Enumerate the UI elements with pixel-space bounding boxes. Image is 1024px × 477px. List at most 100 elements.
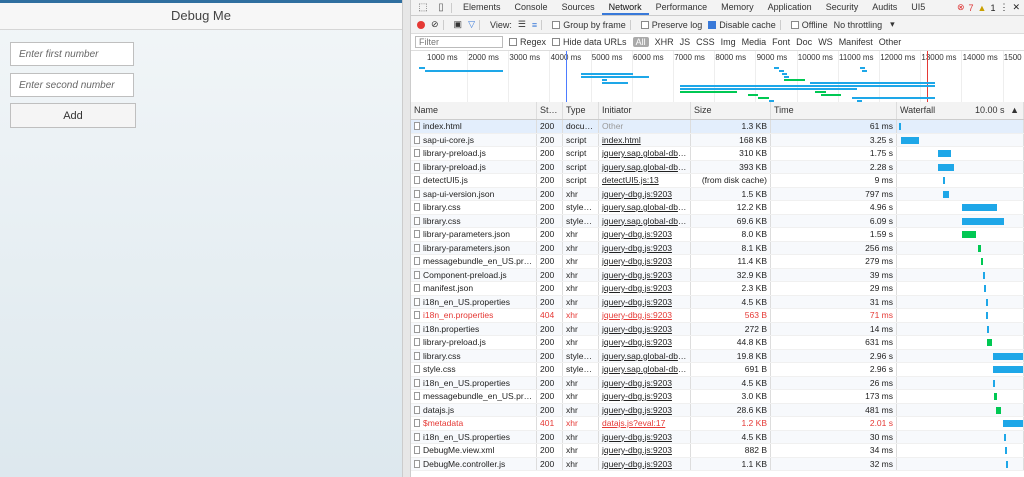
request-initiator[interactable]: jquery-dbg.js:9203 <box>599 295 691 308</box>
initiator-link[interactable]: Other <box>602 121 623 131</box>
tab-application[interactable]: Application <box>761 0 819 15</box>
preserve-log-checkbox[interactable]: Preserve log <box>640 20 702 30</box>
request-waterfall[interactable] <box>897 295 1024 308</box>
request-name[interactable]: library-preload.js <box>411 147 537 160</box>
table-row[interactable]: library-preload.js 200 script jquery.sap.gl… <box>411 147 1024 161</box>
camera-icon[interactable]: ▣ <box>454 19 463 30</box>
clear-button[interactable]: ⊘ <box>431 19 439 30</box>
request-initiator[interactable]: jquery-dbg.js:9203 <box>599 187 691 200</box>
request-initiator[interactable]: index.html <box>599 133 691 146</box>
request-name[interactable]: library-preload.js <box>411 336 537 349</box>
initiator-link[interactable]: jquery.sap.global-dbg.j... <box>602 202 690 212</box>
warning-count[interactable]: 1 <box>990 3 995 13</box>
request-waterfall[interactable] <box>897 430 1024 443</box>
disable-cache-checkbox[interactable]: Disable cache <box>708 20 776 30</box>
request-name[interactable]: DebugMe.view.xml <box>411 444 537 457</box>
filter-input[interactable] <box>415 36 503 48</box>
request-name[interactable]: messagebundle_en_US.proper... <box>411 255 537 268</box>
request-name[interactable]: i18n_en_US.properties <box>411 295 537 308</box>
device-toolbar-icon[interactable]: ▯ <box>435 2 447 13</box>
request-name[interactable]: i18n_en_US.properties <box>411 376 537 389</box>
table-row[interactable]: datajs.js 200 xhr jquery-dbg.js:9203 28.6 KB… <box>411 403 1024 417</box>
initiator-link[interactable]: jquery-dbg.js:9203 <box>602 324 672 334</box>
table-row[interactable]: sap-ui-version.json 200 xhr jquery-dbg.js:9… <box>411 187 1024 201</box>
request-waterfall[interactable] <box>897 403 1024 416</box>
table-row[interactable]: $metadata 401 xhr datajs.js?eval:17 1.2 KB 2.… <box>411 417 1024 431</box>
request-waterfall[interactable] <box>897 160 1024 173</box>
add-button[interactable]: Add <box>10 103 136 128</box>
request-initiator[interactable]: jquery-dbg.js:9203 <box>599 309 691 322</box>
request-waterfall[interactable] <box>897 147 1024 160</box>
request-initiator[interactable]: jquery.sap.global-dbg.j... <box>599 214 691 227</box>
type-filter-all[interactable]: All <box>632 37 649 47</box>
request-name[interactable]: index.html <box>411 120 537 133</box>
request-name[interactable]: datajs.js <box>411 403 537 416</box>
request-name[interactable]: sap-ui-version.json <box>411 187 537 200</box>
second-number-input[interactable] <box>10 73 134 97</box>
tab-network[interactable]: Network <box>601 0 649 15</box>
request-waterfall[interactable] <box>897 322 1024 335</box>
table-row[interactable]: manifest.json 200 xhr jquery-dbg.js:9203 2.3… <box>411 282 1024 296</box>
initiator-link[interactable]: detectUI5.js:13 <box>602 175 659 185</box>
initiator-link[interactable]: jquery-dbg.js:9203 <box>602 283 672 293</box>
initiator-link[interactable]: jquery-dbg.js:9203 <box>602 391 672 401</box>
request-initiator[interactable]: jquery.sap.global-dbg.j... <box>599 349 691 362</box>
type-filter-manifest[interactable]: Manifest <box>839 37 873 47</box>
col-initiator[interactable]: Initiator <box>599 102 691 119</box>
request-initiator[interactable]: jquery-dbg.js:9203 <box>599 444 691 457</box>
table-row[interactable]: DebugMe.view.xml 200 xhr jquery-dbg.js:9203… <box>411 444 1024 458</box>
type-filter-doc[interactable]: Doc <box>796 37 812 47</box>
initiator-link[interactable]: index.html <box>602 135 641 145</box>
request-waterfall[interactable] <box>897 201 1024 214</box>
initiator-link[interactable]: jquery-dbg.js:9203 <box>602 432 672 442</box>
request-waterfall[interactable] <box>897 363 1024 376</box>
table-row[interactable]: sap-ui-core.js 200 script index.html 168 KB 3… <box>411 133 1024 147</box>
error-count[interactable]: 7 <box>969 3 974 13</box>
request-initiator[interactable]: jquery-dbg.js:9203 <box>599 430 691 443</box>
request-name[interactable]: i18n.properties <box>411 322 537 335</box>
close-icon[interactable]: ✕ <box>1012 2 1020 13</box>
more-icon[interactable]: ⋮ <box>999 2 1008 13</box>
request-initiator[interactable]: jquery-dbg.js:9203 <box>599 282 691 295</box>
inspect-icon[interactable]: ⬚ <box>417 2 429 13</box>
request-initiator[interactable]: jquery.sap.global-dbg.j... <box>599 201 691 214</box>
type-filter-font[interactable]: Font <box>772 37 790 47</box>
request-name[interactable]: library.css <box>411 349 537 362</box>
initiator-link[interactable]: jquery-dbg.js:9203 <box>602 243 672 253</box>
type-filter-xhr[interactable]: XHR <box>655 37 674 47</box>
request-waterfall[interactable] <box>897 309 1024 322</box>
request-initiator[interactable]: jquery-dbg.js:9203 <box>599 241 691 254</box>
table-row[interactable]: library-parameters.json 200 xhr jquery-dbg.… <box>411 228 1024 242</box>
initiator-link[interactable]: jquery-dbg.js:9203 <box>602 459 672 469</box>
request-initiator[interactable]: jquery-dbg.js:9203 <box>599 268 691 281</box>
request-initiator[interactable]: jquery-dbg.js:9203 <box>599 255 691 268</box>
initiator-link[interactable]: jquery-dbg.js:9203 <box>602 297 672 307</box>
tab-elements[interactable]: Elements <box>456 0 508 15</box>
large-rows-icon[interactable]: ☰ <box>518 19 526 30</box>
tab-console[interactable]: Console <box>508 0 555 15</box>
table-row[interactable]: i18n_en_US.properties 200 xhr jquery-dbg.js… <box>411 295 1024 309</box>
request-initiator[interactable]: jquery-dbg.js:9203 <box>599 228 691 241</box>
overview-icon[interactable]: ≡ <box>532 20 537 30</box>
first-number-input[interactable] <box>10 42 134 66</box>
request-initiator[interactable]: jquery-dbg.js:9203 <box>599 322 691 335</box>
request-initiator[interactable]: jquery-dbg.js:9203 <box>599 376 691 389</box>
request-name[interactable]: library-preload.js <box>411 160 537 173</box>
request-name[interactable]: i18n_en_US.properties <box>411 430 537 443</box>
table-row[interactable]: Component-preload.js 200 xhr jquery-dbg.js:… <box>411 268 1024 282</box>
request-waterfall[interactable] <box>897 417 1024 430</box>
table-row[interactable]: detectUI5.js 200 script detectUI5.js:13 (fro… <box>411 174 1024 188</box>
request-waterfall[interactable] <box>897 376 1024 389</box>
request-waterfall[interactable] <box>897 282 1024 295</box>
table-row[interactable]: index.html 200 docum... Other 1.3 KB 61 ms <box>411 120 1024 134</box>
request-initiator[interactable]: jquery-dbg.js:9203 <box>599 336 691 349</box>
initiator-link[interactable]: jquery-dbg.js:9203 <box>602 378 672 388</box>
initiator-link[interactable]: jquery.sap.global-dbg.j... <box>602 351 690 361</box>
request-waterfall[interactable] <box>897 444 1024 457</box>
request-initiator[interactable]: datajs.js?eval:17 <box>599 417 691 430</box>
throttling-select[interactable]: No throttling ▾ <box>834 19 895 30</box>
table-row[interactable]: i18n_en.properties 404 xhr jquery-dbg.js:92… <box>411 309 1024 323</box>
table-row[interactable]: messagebundle_en_US.proper... 200 xhr jquer… <box>411 255 1024 269</box>
network-overview[interactable]: 1000 ms 2000 ms 3000 ms 4000 ms 5000 ms 6000 … <box>411 51 1024 104</box>
initiator-link[interactable]: jquery.sap.global-dbg.j... <box>602 216 690 226</box>
